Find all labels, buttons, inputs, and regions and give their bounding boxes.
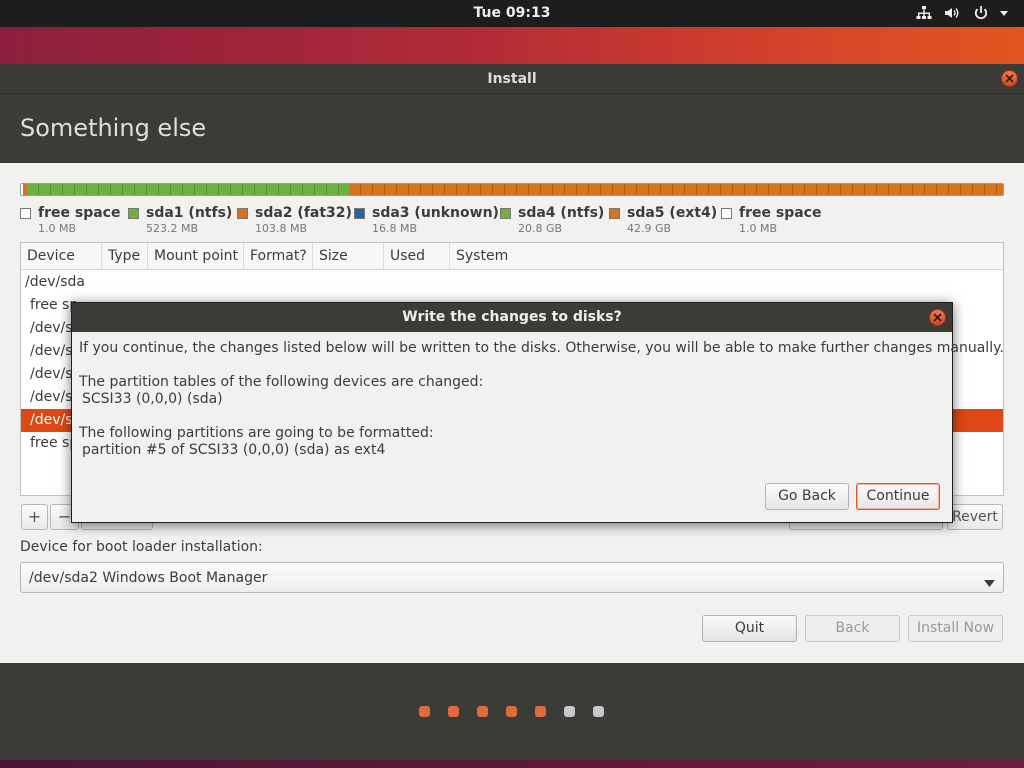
desktop-bottom — [0, 760, 1024, 768]
legend-size: 42.9 GB — [627, 222, 672, 235]
dialog-tables-heading: The partition tables of the following de… — [79, 374, 484, 390]
row-device: /dev/s — [30, 366, 73, 382]
legend-swatch — [128, 208, 139, 219]
legend-size: 20.8 GB — [518, 222, 563, 235]
progress-dot-complete — [506, 706, 517, 717]
row-device: /dev/s — [30, 389, 73, 405]
top-panel: Tue 09:13 — [0, 0, 1024, 27]
row-device: /dev/s — [30, 343, 73, 359]
confirm-write-dialog: Write the changes to disks? If you conti… — [71, 302, 1004, 523]
window-title: Install — [487, 71, 537, 87]
page-header: Something else — [0, 94, 1024, 163]
bootloader-select[interactable]: /dev/sda2 Windows Boot Manager — [20, 562, 1004, 593]
legend-name: sda5 (ext4) — [627, 205, 718, 221]
legend-name: sda1 (ntfs) — [146, 205, 233, 221]
row-device: /dev/s — [30, 412, 73, 428]
dialog-tables-device: SCSI33 (0,0,0) (sda) — [82, 391, 223, 407]
dialog-format-item: partition #5 of SCSI33 (0,0,0) (sda) as … — [82, 442, 386, 458]
legend-size: 1.0 MB — [739, 222, 778, 235]
progress-footer — [0, 663, 1024, 768]
legend-size: 103.8 MB — [255, 222, 308, 235]
legend-swatch — [609, 208, 620, 219]
legend-swatch — [237, 208, 248, 219]
row-device: /dev/s — [30, 320, 73, 336]
dialog-intro: If you continue, the changes listed belo… — [79, 340, 1004, 356]
clock[interactable]: Tue 09:13 — [0, 5, 1024, 21]
legend-swatch — [20, 208, 31, 219]
progress-dot-pending — [564, 706, 575, 717]
column-header-type[interactable]: Type — [102, 243, 148, 270]
dialog-titlebar: Write the changes to disks? — [72, 303, 952, 332]
legend-name: free space — [38, 205, 121, 221]
legend-name: sda3 (unknown) — [372, 205, 499, 221]
legend-size: 523.2 MB — [146, 222, 199, 235]
legend-swatch — [721, 208, 732, 219]
window-close-icon[interactable] — [1001, 70, 1018, 87]
partition-legend: free space 1.0 MB sda1 (ntfs) 523.2 MB s… — [20, 205, 1004, 235]
legend-name: sda2 (fat32) — [255, 205, 352, 221]
progress-dot-complete — [477, 706, 488, 717]
bootloader-value: /dev/sda2 Windows Boot Manager — [29, 570, 268, 586]
legend-swatch — [354, 208, 365, 219]
legend-swatch — [500, 208, 511, 219]
revert-button[interactable]: Revert — [947, 504, 1003, 530]
table-header: Device Type Mount point Format? Size Use… — [21, 243, 1003, 270]
dialog-title: Write the changes to disks? — [402, 309, 622, 325]
legend-name: free space — [739, 205, 822, 221]
go-back-button[interactable]: Go Back — [765, 483, 849, 510]
progress-dot-complete — [535, 706, 546, 717]
continue-button[interactable]: Continue — [856, 483, 940, 510]
column-header-size[interactable]: Size — [313, 243, 384, 270]
legend-size: 16.8 MB — [372, 222, 418, 235]
chevron-down-icon — [984, 575, 995, 591]
legend-name: sda4 (ntfs) — [518, 205, 605, 221]
window-titlebar: Install — [0, 64, 1024, 94]
volume-icon[interactable] — [944, 5, 960, 21]
column-header-system[interactable]: System — [450, 243, 1003, 270]
column-header-mount-point[interactable]: Mount point — [148, 243, 244, 270]
column-header-device[interactable]: Device — [21, 243, 102, 270]
table-row[interactable]: /dev/sda — [21, 271, 1003, 294]
dialog-close-icon[interactable] — [929, 309, 946, 326]
partition-bar — [20, 183, 1004, 196]
bootloader-label: Device for boot loader installation: — [20, 539, 263, 555]
legend-size: 1.0 MB — [38, 222, 77, 235]
dialog-format-heading: The following partitions are going to be… — [79, 425, 434, 441]
page-title: Something else — [20, 114, 207, 142]
row-device: /dev/sda — [25, 274, 85, 290]
column-header-used[interactable]: Used — [384, 243, 450, 270]
install-now-button[interactable]: Install Now — [908, 615, 1003, 642]
progress-dot-complete — [448, 706, 459, 717]
dropdown-arrow-icon[interactable] — [998, 5, 1010, 21]
partition-segment-sda5 — [349, 184, 1003, 195]
quit-button[interactable]: Quit — [702, 615, 797, 642]
column-header-format[interactable]: Format? — [244, 243, 313, 270]
partition-segment-sda4 — [27, 184, 349, 195]
back-button[interactable]: Back — [805, 615, 900, 642]
power-icon[interactable] — [973, 5, 989, 21]
add-partition-button[interactable]: + — [21, 504, 48, 530]
progress-dot-complete — [419, 706, 430, 717]
network-icon[interactable] — [916, 5, 932, 21]
progress-dot-pending — [593, 706, 604, 717]
